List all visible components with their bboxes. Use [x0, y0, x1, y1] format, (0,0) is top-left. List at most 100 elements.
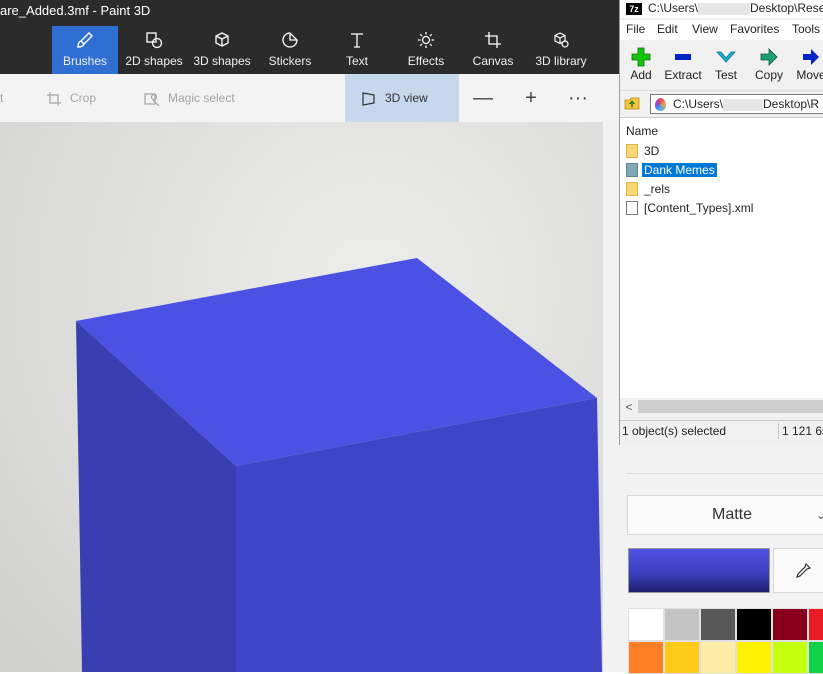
path-input[interactable]: C:\Users\ Desktop\R: [650, 94, 823, 114]
ribbon: Brushes 2D shapes 3D shapes Stickers Tex…: [0, 24, 619, 74]
palette-swatch[interactable]: [736, 641, 772, 674]
folder-up-icon[interactable]: [624, 95, 640, 111]
status-selection: 1 object(s) selected: [622, 424, 727, 438]
ribbon-brushes-button[interactable]: Brushes: [52, 26, 118, 74]
finish-dropdown[interactable]: Matte ⌄: [627, 495, 823, 535]
ribbon-label: Text: [345, 54, 368, 68]
file-name: [Content_Types].xml: [644, 201, 754, 215]
crop-button[interactable]: Crop: [46, 74, 96, 122]
palette-swatch[interactable]: [664, 641, 700, 674]
paint3d-window: are_Added.3mf - Paint 3D Brushes 2D shap…: [0, 0, 619, 672]
menu-tools[interactable]: Tools: [792, 22, 820, 36]
sticker-icon: [262, 30, 318, 54]
zip-address-bar: C:\Users\ Desktop\R: [620, 90, 823, 116]
3d-view-button[interactable]: 3D view: [345, 74, 459, 122]
path-drive-icon: [655, 98, 666, 111]
horizontal-scrollbar[interactable]: <: [620, 398, 823, 416]
palette-swatch[interactable]: [808, 608, 823, 641]
copy-button[interactable]: Copy: [748, 44, 790, 82]
ribbon-label: 3D library: [535, 54, 587, 68]
palette-swatch[interactable]: [736, 608, 772, 641]
test-button[interactable]: Test: [705, 44, 747, 82]
copy-label: Copy: [754, 68, 783, 82]
menu-view[interactable]: View: [692, 22, 718, 36]
list-item[interactable]: _rels: [626, 180, 672, 199]
ellipsis-icon: ···: [568, 86, 588, 109]
command-bar: t Crop Magic select 3D view — + ···: [0, 74, 619, 122]
arrow-right-icon: [760, 48, 778, 66]
ribbon-label: Effects: [407, 54, 445, 68]
list-item[interactable]: 3D: [626, 142, 661, 161]
palette-swatch[interactable]: [808, 641, 823, 674]
window-title: are_Added.3mf - Paint 3D: [0, 0, 619, 24]
brush-panel: Matte ⌄: [603, 445, 823, 674]
zoom-out-button[interactable]: —: [463, 74, 503, 122]
ribbon-canvas-button[interactable]: Canvas: [466, 26, 520, 72]
crop-label: Crop: [70, 91, 97, 105]
finish-value: Matte: [711, 506, 752, 523]
ribbon-2d-shapes-button[interactable]: 2D shapes: [122, 26, 186, 72]
palette-swatch[interactable]: [664, 608, 700, 641]
ribbon-text-button[interactable]: Text: [330, 26, 384, 72]
3d-view-icon: [362, 92, 375, 106]
palette-swatch[interactable]: [700, 641, 736, 674]
ribbon-label: Canvas: [472, 54, 514, 68]
file-list[interactable]: Name 3D Dank Memes _rels [Content_Types]…: [620, 117, 823, 398]
folder-icon: [626, 163, 638, 177]
ribbon-label: 2D shapes: [125, 54, 183, 68]
cut-label: t: [0, 91, 4, 105]
file-name: 3D: [644, 144, 660, 158]
path-prefix: C:\Users\: [673, 97, 724, 111]
minus-icon: —: [473, 86, 493, 109]
zip-menubar: File Edit View Favorites Tools: [620, 20, 823, 40]
ribbon-3d-shapes-button[interactable]: 3D shapes: [190, 26, 254, 72]
palette-swatch[interactable]: [772, 608, 808, 641]
current-color-swatch[interactable]: [628, 548, 770, 593]
extract-button[interactable]: Extract: [662, 44, 704, 82]
test-label: Test: [714, 68, 737, 82]
arrow-right-icon: [803, 49, 819, 65]
scroll-left-icon[interactable]: <: [622, 399, 636, 415]
move-label: Move: [796, 68, 823, 82]
plus-icon: +: [525, 86, 537, 109]
menu-file[interactable]: File: [626, 22, 645, 36]
list-item[interactable]: [Content_Types].xml: [626, 199, 755, 218]
2d-shapes-icon: [122, 30, 186, 54]
xml-file-icon: [626, 201, 638, 215]
ribbon-3d-library-button[interactable]: 3D library: [530, 26, 592, 72]
ribbon-effects-button[interactable]: Effects: [398, 26, 454, 72]
magic-select-icon: [144, 93, 160, 107]
status-size: 1 121 65: [782, 424, 823, 438]
3d-canvas[interactable]: [0, 122, 619, 672]
zoom-in-button[interactable]: +: [511, 74, 551, 122]
list-item-selected[interactable]: Dank Memes: [626, 161, 718, 180]
zip-toolbar: Add Extract Test Copy Move: [620, 40, 823, 88]
more-button[interactable]: ···: [558, 74, 598, 122]
column-header-name[interactable]: Name: [626, 124, 658, 138]
redacted-username: [698, 2, 751, 15]
menu-favorites[interactable]: Favorites: [730, 22, 779, 36]
zip-title-prefix: C:\Users\: [648, 1, 699, 15]
cube-model[interactable]: [0, 122, 619, 672]
scroll-thumb[interactable]: [638, 400, 823, 413]
file-name: _rels: [644, 182, 671, 196]
palette-swatch[interactable]: [628, 641, 664, 674]
palette-swatch[interactable]: [628, 608, 664, 641]
cut-button[interactable]: t: [0, 74, 3, 122]
redacted-username: [723, 98, 764, 111]
menu-edit[interactable]: Edit: [657, 22, 678, 36]
panel-divider: [627, 473, 823, 474]
add-button[interactable]: Add: [620, 44, 662, 82]
palette-swatch[interactable]: [772, 641, 808, 674]
magic-select-button[interactable]: Magic select: [144, 74, 235, 122]
ribbon-label: 3D shapes: [193, 54, 251, 68]
move-button[interactable]: Move: [790, 44, 823, 82]
7zip-app-icon: 7z: [626, 2, 642, 15]
file-name: Dank Memes: [641, 162, 718, 178]
brush-icon: [52, 30, 118, 54]
eyedropper-button[interactable]: [773, 548, 823, 593]
palette-swatch[interactable]: [700, 608, 736, 641]
extract-label: Extract: [664, 68, 702, 82]
sun-icon: [398, 30, 454, 54]
ribbon-stickers-button[interactable]: Stickers: [262, 26, 318, 72]
